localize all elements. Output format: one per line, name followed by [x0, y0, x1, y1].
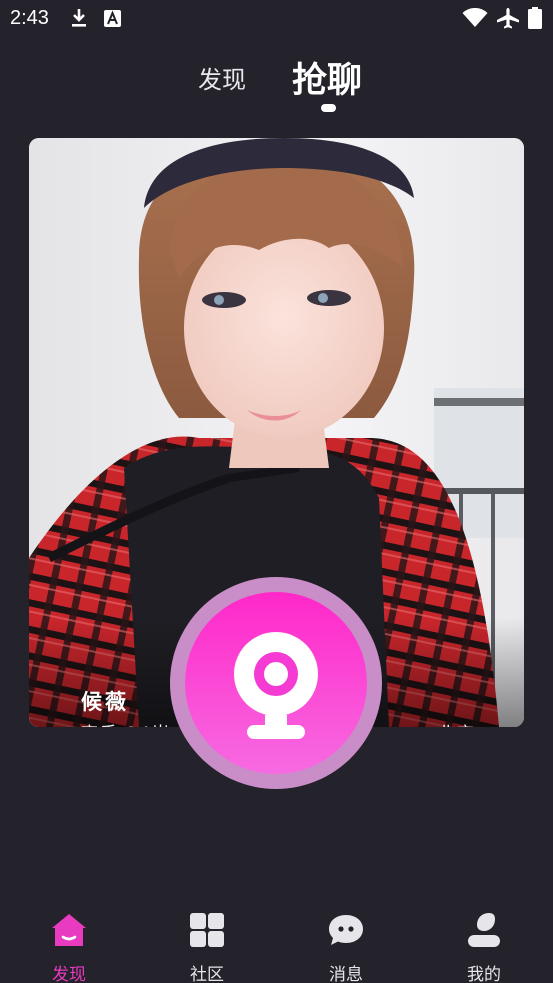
status-time: 2:43: [10, 7, 49, 29]
video-call-button[interactable]: [170, 577, 382, 789]
top-tab-bar: 发现 抢聊: [0, 50, 553, 120]
nav-item-messages[interactable]: 消息: [296, 900, 396, 983]
nav-label-discover: 发现: [52, 965, 86, 983]
bottom-nav: 发现 社区 消息 我的: [0, 900, 553, 983]
active-tab-indicator: [321, 104, 336, 112]
home-icon: [52, 914, 86, 946]
profile-name: 候薇: [81, 690, 129, 714]
nav-label-messages: 消息: [329, 965, 363, 983]
nav-item-discover[interactable]: 发现: [19, 900, 119, 983]
a-badge-icon: [104, 10, 121, 27]
battery-icon: [528, 7, 542, 29]
airplane-icon: [497, 8, 519, 29]
profile-location: 北京: [438, 719, 476, 727]
profile-meta: 高手 24岁: [81, 719, 171, 727]
nav-item-profile[interactable]: 我的: [434, 900, 534, 983]
nav-label-community: 社区: [190, 965, 224, 983]
grid-icon: [190, 913, 224, 947]
status-bar: 2:43: [0, 0, 553, 40]
video-call-button-inner: [185, 592, 367, 774]
download-icon: [72, 9, 86, 27]
wifi-icon: [462, 8, 488, 27]
webcam-icon: [234, 632, 318, 739]
user-icon: [468, 913, 500, 947]
tab-grab-chat[interactable]: 抢聊: [292, 52, 362, 103]
tab-discover[interactable]: 发现: [198, 60, 246, 95]
nav-item-community[interactable]: 社区: [157, 900, 257, 983]
chat-bubble-icon: [329, 915, 363, 945]
nav-label-profile: 我的: [467, 965, 501, 983]
